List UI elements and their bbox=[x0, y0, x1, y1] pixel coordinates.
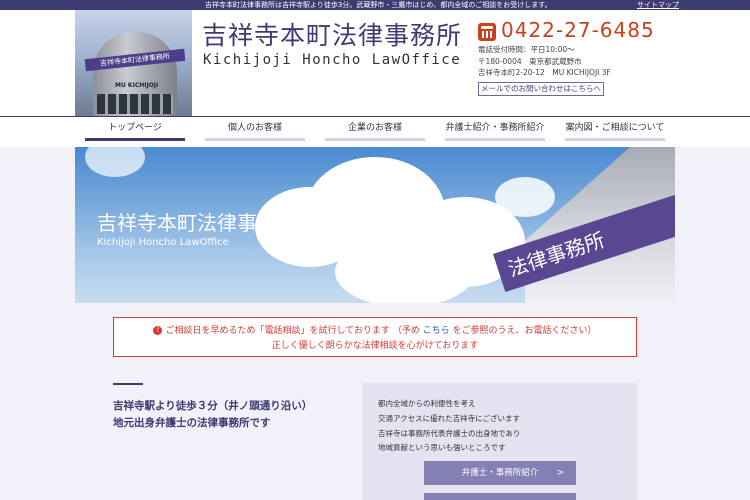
alert-line2: 正しく優しく朗らかな法律相談を心がけております bbox=[271, 341, 479, 351]
postal-text: 〒180-0004 東京都武蔵野市 bbox=[478, 57, 582, 66]
chevron-right-icon: > bbox=[556, 468, 564, 478]
building-windows bbox=[97, 94, 173, 114]
alert-icon: ! bbox=[153, 326, 163, 335]
nav-underline bbox=[85, 138, 185, 141]
mail-contact-button[interactable]: メールでのお問い合わせはこちらへ bbox=[478, 82, 604, 96]
cloud bbox=[335, 237, 475, 303]
nav-label: トップページ bbox=[108, 123, 162, 133]
hero-title: 吉祥寺本町法律事務所 bbox=[97, 211, 297, 235]
site-title[interactable]: 吉祥寺本町法律事務所 bbox=[202, 16, 462, 52]
hours-text: 電話受付時間：平日10:00～ bbox=[478, 45, 575, 54]
nav-item-access[interactable]: 案内図・ご相談について bbox=[565, 117, 665, 147]
alert-link[interactable]: こちら bbox=[423, 326, 450, 336]
lead-line1: 吉祥寺駅より徒歩３分（井ノ頭通り沿い） bbox=[113, 400, 313, 412]
intro-line: 吉祥寺は事務所代表弁護士の出身地であり bbox=[378, 429, 521, 438]
top-notice: 吉祥寺本町法律事務所は吉祥寺駅より徒歩3分。武蔵野市・三鷹市はじめ、都内全域のご… bbox=[205, 1, 552, 9]
nav-label: 個人のお客様 bbox=[227, 123, 282, 133]
nav-item-lawyers[interactable]: 弁護士紹介・事務所紹介 bbox=[445, 117, 545, 147]
intro-line: 都内全域からの利便性を考え bbox=[378, 399, 476, 408]
nav-label: 案内図・ご相談について bbox=[565, 123, 665, 133]
intro-line: 交通アクセスに優れた吉祥寺にございます bbox=[378, 414, 520, 423]
nav-label: 弁護士紹介・事務所紹介 bbox=[445, 123, 545, 133]
nav-item-individual[interactable]: 個人のお客様 bbox=[205, 117, 305, 147]
lead-line2: 地元出身弁護士の法律事務所です bbox=[113, 417, 271, 429]
lawyer-intro-label: 弁護士・事務所紹介 bbox=[461, 468, 539, 478]
nav-underline bbox=[445, 138, 545, 141]
lawyer-intro-button[interactable]: 弁護士・事務所紹介 > bbox=[424, 461, 576, 485]
nav-underline bbox=[205, 138, 305, 141]
alert-text-after: をご参照のうえ、お電話ください） bbox=[449, 326, 597, 336]
phone-number[interactable]: 0422-27-6485 bbox=[501, 18, 655, 42]
phone-icon bbox=[478, 23, 496, 41]
intro-line: 地域貢献という思いも強いところです bbox=[378, 443, 506, 452]
sitemap-link[interactable]: サイトマップ bbox=[637, 1, 679, 9]
building-sign: MU KICHIJOJI bbox=[115, 82, 159, 89]
next-button-partial[interactable] bbox=[424, 493, 576, 500]
cloud bbox=[495, 177, 555, 217]
site-title-en: Kichijoji Honcho LawOffice bbox=[203, 52, 462, 68]
section-dash bbox=[113, 383, 143, 385]
nav-label: 企業のお客様 bbox=[347, 123, 402, 133]
cloud bbox=[85, 147, 145, 177]
building-photo: 吉祥寺本町法律事務所 MU KICHIJOJI bbox=[75, 10, 192, 116]
nav-item-top[interactable]: トップページ bbox=[85, 117, 185, 147]
alert-line1: ! ご相談日を早めるため「電話相談」を試行しております （予め こちら をご参照の… bbox=[114, 323, 636, 336]
nav-underline bbox=[325, 138, 425, 141]
alert-text: ご相談日を早めるため「電話相談」を試行しております （予め bbox=[165, 326, 423, 336]
phone-consult-alert: ! ご相談日を早めるため「電話相談」を試行しております （予め こちら をご参照の… bbox=[113, 317, 637, 357]
address-text: 吉祥寺本町2-20-12 MU KICHIJOJI 3F bbox=[478, 68, 611, 77]
hero-subtitle: Kichijoji Honcho LawOffice bbox=[97, 237, 229, 248]
nav-item-corporate[interactable]: 企業のお客様 bbox=[325, 117, 425, 147]
nav-underline bbox=[565, 138, 665, 141]
